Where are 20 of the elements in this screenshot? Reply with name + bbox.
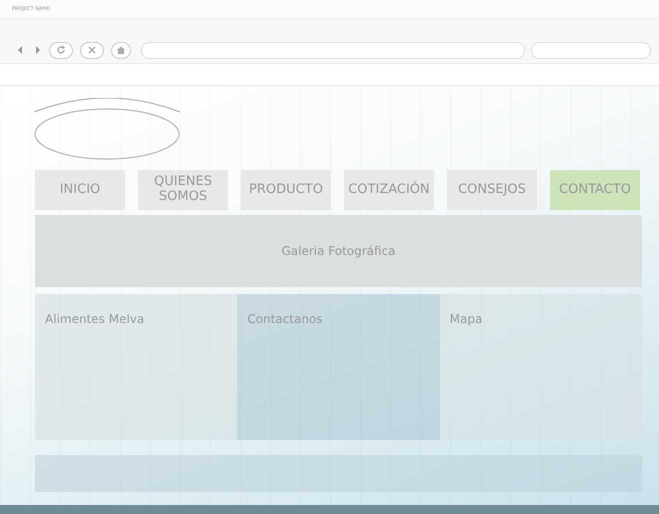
reload-icon [56, 45, 66, 55]
nav-tab[interactable]: CONTACTO [550, 170, 640, 210]
nav-tab[interactable]: INICIO [35, 170, 125, 210]
panel-title: Contactanos [247, 312, 323, 326]
search-field[interactable] [531, 42, 651, 58]
stop-button[interactable] [80, 42, 104, 58]
reload-button[interactable] [49, 42, 73, 58]
nav-tab[interactable]: COTIZACIÓN [344, 170, 434, 210]
forward-icon[interactable] [34, 45, 42, 55]
address-field[interactable] [141, 42, 525, 58]
nav-tab[interactable]: CONSEJOS [447, 170, 537, 210]
nav-tab[interactable]: QUIENES SOMOS [138, 170, 228, 210]
nav-tab[interactable]: PRODUCTO [241, 170, 331, 210]
gallery-title: Galeria Fotográfica [281, 244, 396, 258]
home-button[interactable] [111, 42, 131, 58]
panel-title: Alimentes Melva [45, 312, 144, 326]
close-icon [87, 45, 97, 55]
home-icon [116, 45, 126, 55]
back-icon[interactable] [16, 45, 24, 55]
panel-title: Mapa [450, 312, 482, 326]
